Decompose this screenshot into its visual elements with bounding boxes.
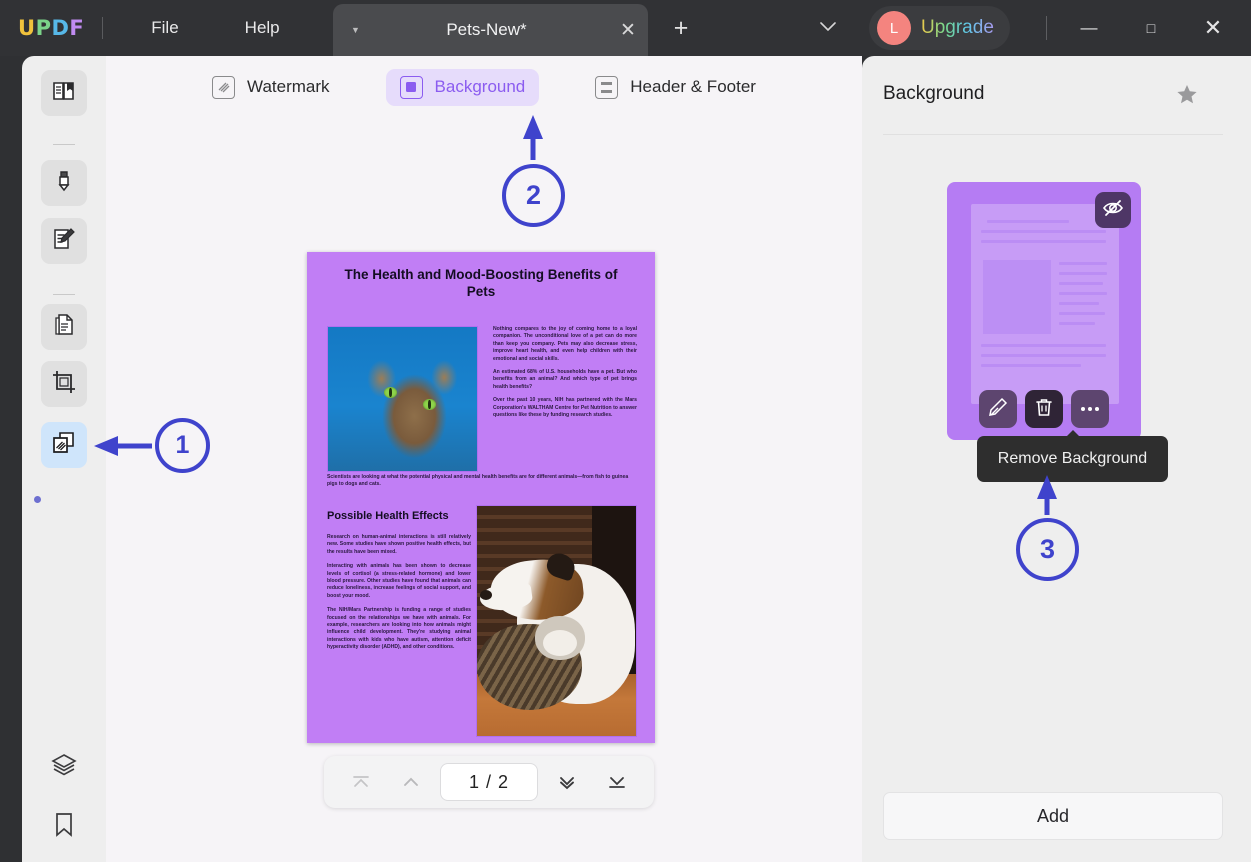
updf-logo[interactable]: UPDF [18, 16, 84, 40]
cat-photo [327, 326, 478, 472]
background-preview [971, 204, 1119, 404]
sidebar-item-comment[interactable] [41, 160, 87, 206]
sidebar-item-crop-page[interactable] [41, 361, 87, 407]
remove-background-button[interactable] [1025, 390, 1063, 428]
layers-icon [51, 753, 77, 782]
doc-paragraph: Interacting with animals has been shown … [327, 563, 471, 599]
organize-pages-icon [51, 312, 77, 343]
minimize-button[interactable]: — [1066, 10, 1112, 46]
logo-letter-d: D [51, 16, 70, 40]
right-panel-title: Background [883, 83, 985, 104]
document-section-title: Possible Health Effects [327, 510, 449, 522]
doc-paragraph: Nothing compares to the joy of coming ho… [493, 326, 637, 362]
close-button[interactable]: ✕ [1190, 10, 1236, 46]
menu-file[interactable]: File [135, 12, 194, 44]
star-icon [1176, 84, 1198, 110]
first-page-button[interactable] [340, 764, 382, 800]
document-row-top: Nothing compares to the joy of coming ho… [327, 326, 637, 472]
upgrade-button[interactable]: L Upgrade [869, 6, 1010, 50]
sidebar-item-reader[interactable] [41, 70, 87, 116]
tab-header-footer[interactable]: Header & Footer [581, 69, 770, 106]
sidebar-item-bookmark[interactable] [41, 804, 87, 850]
eye-slash-icon [1102, 198, 1124, 223]
doc-paragraph: An estimated 68% of U.S. households have… [493, 369, 637, 390]
tab-background[interactable]: Background [385, 68, 540, 106]
doc-paragraph: Over the past 10 years, NIH has partnere… [493, 397, 637, 419]
updf-window: UPDF File Help ▼ Pets-New* ✕ + L Upgrade… [0, 0, 1251, 862]
right-panel-divider [883, 134, 1223, 135]
add-background-button[interactable]: Add [883, 792, 1223, 840]
document-tab[interactable]: ▼ Pets-New* ✕ [333, 4, 648, 56]
document-title: The Health and Mood-Boosting Benefits of… [344, 267, 618, 299]
watermark-icon [212, 75, 236, 99]
annotation-step-3: 3 [1016, 518, 1079, 581]
sidebar-separator-2 [53, 294, 75, 295]
edit-pdf-icon [51, 226, 77, 257]
last-page-button[interactable] [596, 764, 638, 800]
sidebar-item-organize-pages[interactable] [41, 304, 87, 350]
remove-background-tooltip: Remove Background [977, 430, 1168, 482]
background-icon [399, 75, 423, 99]
menu-help[interactable]: Help [229, 12, 296, 44]
sidebar-item-layers[interactable] [41, 744, 87, 790]
ellipsis-icon [1079, 400, 1101, 418]
document-section-text: Research on human-animal interactions is… [327, 534, 471, 659]
pencil-icon [988, 397, 1008, 422]
background-actions [947, 390, 1141, 428]
logo-letter-u: U [18, 16, 36, 40]
maximize-button[interactable]: □ [1128, 10, 1174, 46]
background-toolbar: Watermark Background Header & Footer [106, 56, 862, 118]
background-thumbnail-card[interactable] [947, 182, 1141, 440]
new-tab-button[interactable]: + [660, 12, 702, 46]
doc-paragraph: The NIH/Mars Partnership is funding a ra… [327, 607, 471, 651]
watermark-background-icon [51, 430, 77, 461]
page-number-input[interactable]: 1 / 2 [440, 763, 538, 801]
bookmark-icon [54, 812, 74, 843]
tab-watermark-label: Watermark [247, 77, 330, 96]
crop-page-icon [51, 369, 77, 400]
annotation-step-2: 2 [502, 164, 565, 227]
window-controls-divider [1046, 16, 1047, 40]
tab-header-footer-label: Header & Footer [630, 77, 756, 96]
page-navigation: 1 / 2 [324, 756, 654, 808]
chevron-down-icon[interactable] [807, 12, 849, 44]
tab-dropdown-caret-icon[interactable]: ▼ [351, 25, 365, 35]
favorite-button[interactable] [1172, 82, 1202, 112]
document-span-paragraph: Scientists are looking at what the poten… [327, 474, 629, 488]
tab-title: Pets-New* [446, 20, 527, 39]
trash-icon [1035, 397, 1053, 422]
logo-letter-p: P [35, 16, 52, 40]
main-canvas: Watermark Background Header & Footer The… [106, 56, 862, 862]
panel-resize-handle[interactable] [34, 496, 41, 503]
annotation-step-1: 1 [155, 418, 210, 473]
more-options-button[interactable] [1071, 390, 1109, 428]
upgrade-label: Upgrade [921, 17, 994, 38]
dog-and-cat-photo [476, 505, 637, 737]
header-footer-icon [595, 75, 619, 99]
comment-highlighter-icon [51, 168, 77, 199]
next-page-button[interactable] [546, 764, 588, 800]
edit-background-button[interactable] [979, 390, 1017, 428]
toggle-background-visibility-button[interactable] [1095, 192, 1131, 228]
doc-paragraph: Research on human-animal interactions is… [327, 534, 471, 555]
sidebar-item-watermark-background[interactable] [41, 422, 87, 468]
titlebar-divider [102, 17, 104, 39]
document-intro-text: Nothing compares to the joy of coming ho… [493, 326, 637, 425]
tab-close-icon[interactable]: ✕ [608, 19, 648, 42]
left-sidebar [22, 56, 106, 862]
sidebar-separator-1 [53, 144, 75, 145]
prev-page-button[interactable] [390, 764, 432, 800]
right-panel: Background Remove Background Add [862, 56, 1251, 862]
tab-watermark[interactable]: Watermark [198, 69, 344, 106]
avatar[interactable]: L [877, 11, 911, 45]
tab-background-label: Background [434, 77, 526, 96]
pdf-page[interactable]: The Health and Mood-Boosting Benefits of… [307, 252, 655, 743]
preview-image-block [983, 260, 1051, 334]
sidebar-item-edit-pdf[interactable] [41, 218, 87, 264]
reader-icon [51, 78, 77, 109]
logo-letter-f: F [69, 16, 85, 40]
